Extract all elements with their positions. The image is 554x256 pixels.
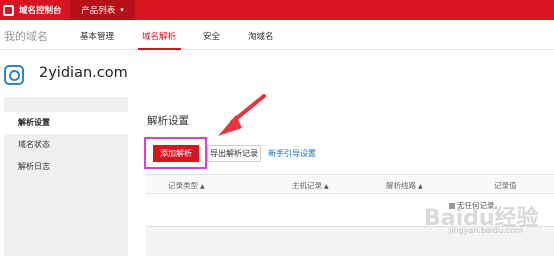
sidebar-item-dns-log[interactable]: 解析日志 — [4, 156, 128, 178]
add-record-button[interactable]: 添加解析 — [153, 145, 199, 162]
sidebar-item-dns-settings[interactable]: 解析设置 — [4, 112, 128, 134]
sidebar: 解析设置 域名状态 解析日志 — [4, 97, 128, 256]
tab-basic-management[interactable]: 基本管理 — [80, 30, 114, 42]
tab-domain-market[interactable]: 淘域名 — [248, 30, 274, 42]
sidebar-item-domain-status[interactable]: 域名状态 — [4, 134, 128, 156]
sort-arrow-icon: ▲ — [418, 183, 423, 190]
column-header-record-value: 记录值 — [494, 181, 517, 190]
product-list-label: 产品列表 — [81, 6, 116, 16]
records-table-header: 记录类型 ▲ 主机记录 ▲ 解析线路 ▲ 记录值 — [146, 174, 554, 194]
tab-dns-resolution[interactable]: 域名解析 — [142, 30, 176, 42]
column-header-host-record[interactable]: 主机记录 ▲ — [292, 180, 329, 191]
console-logo-icon — [3, 4, 14, 16]
tab-security[interactable]: 安全 — [203, 30, 220, 42]
watermark-url: jingyan.baidu.com — [449, 226, 523, 235]
domain-subnav: 我的域名 基本管理 域名解析 安全 淘域名 — [0, 20, 554, 50]
column-header-record-type[interactable]: 记录类型 ▲ — [168, 180, 205, 191]
top-bar: 域名控制台 产品列表 ▾ — [0, 0, 554, 20]
chevron-down-icon: ▾ — [120, 6, 124, 14]
column-header-dns-line[interactable]: 解析线路 ▲ — [386, 180, 423, 191]
guide-settings-link[interactable]: 新手引导设置 — [268, 148, 316, 159]
sort-arrow-icon: ▲ — [324, 183, 329, 190]
domain-name: 2yidian.com — [39, 65, 128, 81]
console-logo[interactable]: 域名控制台 — [3, 3, 62, 17]
sort-arrow-icon: ▲ — [200, 183, 205, 190]
product-list-menu[interactable]: 产品列表 ▾ — [70, 0, 135, 20]
export-records-button[interactable]: 导出解析记录 — [207, 145, 261, 162]
active-tab-underline — [138, 48, 181, 50]
section-title: 解析设置 — [147, 115, 189, 127]
console-title: 域名控制台 — [19, 6, 62, 16]
my-domain-title[interactable]: 我的域名 — [4, 28, 48, 44]
globe-icon — [4, 65, 24, 85]
